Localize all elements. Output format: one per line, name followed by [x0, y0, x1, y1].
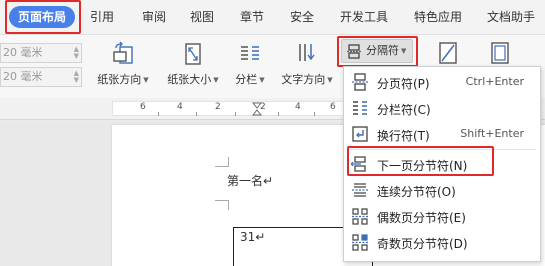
paper-size-button[interactable]: 纸张大小 ▼	[162, 37, 224, 97]
watermark-icon[interactable]	[437, 41, 459, 67]
ruler-tick	[314, 112, 315, 116]
chevron-down-icon: ▼	[143, 76, 149, 84]
paper-orientation-label: 纸张方向	[97, 73, 142, 86]
tab-view[interactable]: 视图	[190, 7, 214, 27]
column-break-icon	[353, 101, 367, 115]
columns-icon	[241, 46, 259, 60]
columns-button[interactable]: 分栏 ▼	[230, 37, 270, 97]
ruler-number: 6	[330, 102, 336, 112]
line-break-icon	[352, 126, 368, 142]
ruler-number: 4	[295, 102, 301, 112]
tab-highlight-box	[5, 0, 81, 34]
document-text-line[interactable]: 第一名↵	[227, 172, 273, 189]
separator-highlight-box	[337, 36, 418, 67]
spinner-icon[interactable]: ▲ ▼	[74, 70, 79, 84]
text-direction-button[interactable]: 文字方向 ▼	[276, 37, 338, 97]
spinner-icon[interactable]: ▲ ▼	[74, 46, 79, 60]
menu-item-label: 换行符(T)	[377, 129, 430, 143]
tab-security[interactable]: 安全	[290, 7, 314, 27]
tab-references[interactable]: 引用	[90, 7, 114, 27]
menu-item-odd-page-section-break[interactable]: 奇数页分节符(D)	[344, 229, 540, 255]
even-page-section-icon	[352, 208, 368, 225]
tab-chapter[interactable]: 章节	[240, 7, 264, 27]
paper-size-label: 纸张大小	[167, 73, 212, 86]
menu-item-label: 奇数页分节符(D)	[377, 237, 468, 251]
tab-featured-apps[interactable]: 特色应用	[414, 7, 462, 27]
text-direction-label: 文字方向	[281, 73, 326, 86]
menu-item-highlight-box	[347, 146, 494, 176]
chevron-down-icon: ▼	[327, 76, 333, 84]
margin-top-value: 20 毫米	[3, 46, 43, 59]
ruler-tick	[196, 112, 197, 116]
ruler-track	[112, 101, 352, 116]
tab-document-assistant[interactable]: 文档助手	[487, 7, 535, 27]
chevron-down-icon: ▼	[213, 76, 219, 84]
menu-item-even-page-section-break[interactable]: 偶数页分节符(E)	[344, 203, 540, 229]
menu-item-line-break[interactable]: 换行符(T) Shift+Enter	[344, 121, 540, 147]
wps-writer-window: 页面布局 引用 审阅 视图 章节 安全 开发工具 特色应用 文档助手 20 毫米…	[0, 0, 545, 266]
ruler-number: 4	[177, 102, 183, 112]
paper-size-icon	[185, 43, 201, 65]
margin-corner-marker	[215, 200, 229, 210]
tab-review[interactable]: 审阅	[142, 7, 166, 27]
menu-item-label: 偶数页分节符(E)	[377, 211, 466, 225]
ruler-number: 6	[140, 102, 146, 112]
chevron-down-icon: ▼	[259, 76, 265, 84]
table-cell-text: 31↵	[240, 230, 266, 244]
continuous-section-icon	[352, 183, 368, 197]
margin-top-field[interactable]: 20 毫米 ▲ ▼	[0, 43, 82, 63]
ruler-tick	[278, 112, 279, 116]
page-border-icon[interactable]	[489, 41, 511, 67]
menu-item-label: 分栏符(C)	[377, 103, 431, 117]
menu-item-column-break[interactable]: 分栏符(C)	[344, 95, 540, 121]
menu-item-label: 连续分节符(O)	[377, 185, 456, 199]
tab-developer-tools[interactable]: 开发工具	[340, 7, 388, 27]
odd-page-section-icon	[352, 234, 368, 251]
ruler-number: 2	[215, 102, 221, 112]
menu-tab-bar: 页面布局 引用 审阅 视图 章节 安全 开发工具 特色应用 文档助手	[0, 0, 545, 34]
page-break-icon	[352, 73, 368, 91]
margin-bottom-field[interactable]: 20 毫米 ▲ ▼	[0, 67, 82, 87]
indent-marker-icon[interactable]	[252, 102, 262, 116]
menu-item-shortcut: Ctrl+Enter	[465, 75, 524, 88]
ruler-tick	[158, 112, 159, 116]
menu-item-page-break[interactable]: 分页符(P) Ctrl+Enter	[344, 69, 540, 95]
paper-orientation-button[interactable]: 纸张方向 ▼	[92, 37, 154, 97]
text-direction-icon	[299, 44, 315, 61]
paper-orientation-icon	[113, 41, 133, 64]
menu-item-continuous-section-break[interactable]: 连续分节符(O)	[344, 177, 540, 203]
columns-label: 分栏	[235, 73, 258, 86]
menu-item-shortcut: Shift+Enter	[460, 127, 524, 140]
margin-corner-marker	[215, 157, 229, 167]
menu-item-label: 分页符(P)	[377, 77, 430, 91]
margin-bottom-value: 20 毫米	[3, 70, 43, 83]
ruler-tick	[235, 112, 236, 116]
